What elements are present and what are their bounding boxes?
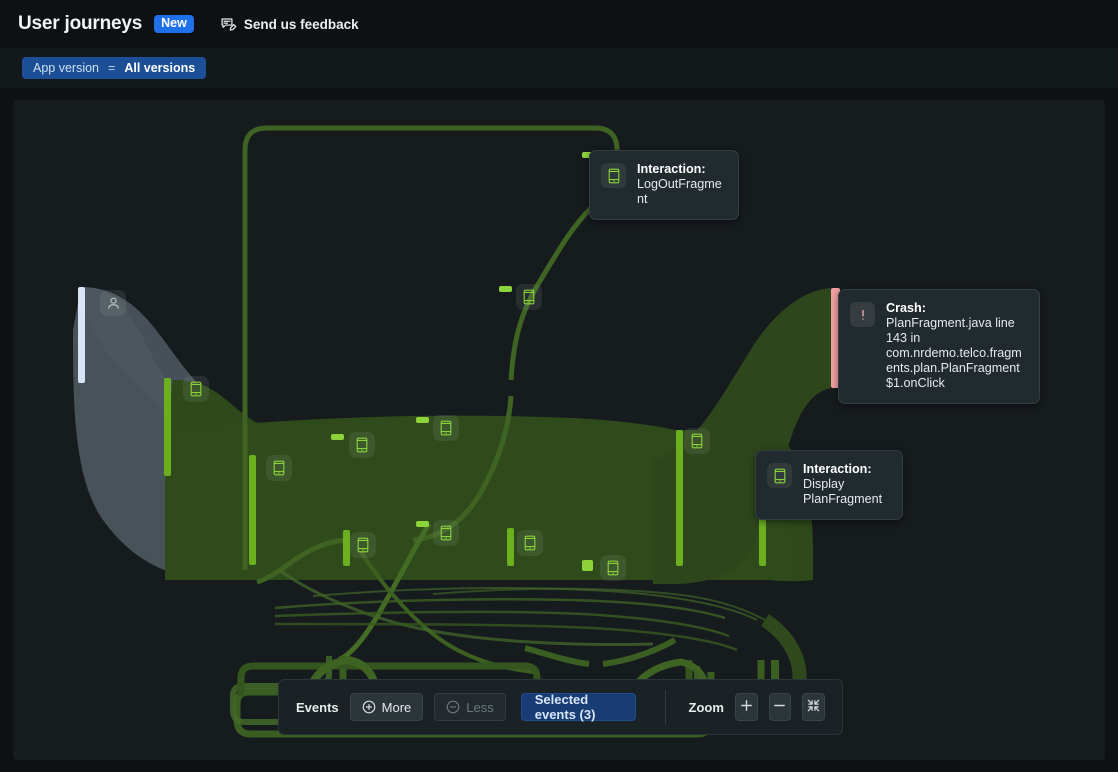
new-badge: New [154, 15, 194, 33]
collapse-arrows-icon [806, 698, 821, 716]
alert-crash-icon [850, 302, 875, 327]
mobile-icon [356, 537, 370, 553]
graph-toolbar: Events More Less Selected events (3) Zoo… [278, 679, 843, 735]
node-bar-n1[interactable] [164, 378, 171, 476]
selected-events-label: Selected events (3) [534, 692, 596, 722]
plus-circle-icon [362, 700, 376, 714]
node-bar-n7[interactable] [499, 286, 512, 292]
plus-icon [739, 698, 754, 716]
node-bar-n4[interactable] [331, 434, 344, 440]
events-label: Events [296, 699, 339, 715]
node-badge-n1[interactable] [183, 376, 209, 402]
tooltip-display-planfragment[interactable]: Interaction: Display PlanFragment [755, 450, 903, 520]
zoom-in-button[interactable] [734, 693, 758, 721]
filter-bar: App version = All versions [0, 48, 1118, 88]
less-events-label: Less [466, 699, 494, 715]
mobile-icon [355, 437, 369, 453]
sankey-flow-graph [73, 125, 831, 738]
node-bar-n6[interactable] [416, 521, 429, 527]
tooltip-body: Display PlanFragment [803, 477, 883, 506]
send-feedback-label: Send us feedback [243, 16, 359, 32]
mobile-icon [439, 420, 453, 436]
filter-value: All versions [124, 61, 196, 75]
node-bar-n11[interactable] [676, 430, 683, 566]
tooltip-body: LogOutFragment [637, 177, 722, 206]
mobile-interaction-icon [767, 463, 792, 488]
node-bar-n2[interactable] [249, 455, 256, 565]
mobile-icon [439, 525, 453, 541]
more-events-button[interactable]: More [349, 693, 424, 721]
tooltip-title: Crash: [886, 301, 926, 315]
selected-events-button[interactable]: Selected events (3) [520, 692, 636, 722]
mobile-icon [522, 289, 536, 305]
minus-icon [772, 698, 787, 716]
node-badge-n4[interactable] [349, 432, 375, 458]
node-badge-n2[interactable] [266, 455, 292, 481]
filter-operator: = [108, 61, 116, 75]
tooltip-title: Interaction: [637, 162, 706, 176]
mobile-icon [523, 535, 537, 551]
filter-key: App version [33, 61, 100, 75]
zoom-label: Zoom [688, 699, 724, 715]
person-icon [106, 296, 121, 311]
filter-chip-app-version[interactable]: App version = All versions [22, 57, 207, 79]
node-badge-n9[interactable] [600, 555, 626, 581]
feedback-pencil-icon [220, 16, 237, 33]
page-header: User journeys New Send us feedback [0, 0, 1118, 48]
tooltip-body: PlanFragment.java line 143 in com.nrdemo… [886, 316, 1022, 390]
mobile-interaction-icon [601, 163, 626, 188]
zoom-fit-button[interactable] [802, 693, 825, 721]
toolbar-divider [664, 690, 666, 724]
tooltip-title: Interaction: [803, 462, 872, 476]
node-bar-n9[interactable] [582, 560, 593, 571]
ribbon-to-mini-9 [524, 645, 590, 667]
node-bar-n5[interactable] [416, 417, 429, 423]
mobile-icon [272, 460, 286, 476]
node-badge-start[interactable] [100, 290, 126, 316]
mobile-icon [189, 381, 203, 397]
send-feedback-button[interactable]: Send us feedback [220, 16, 359, 33]
less-events-button[interactable]: Less [434, 693, 506, 721]
mobile-icon [606, 560, 620, 576]
node-badge-n11[interactable] [684, 428, 710, 454]
minus-circle-icon [446, 700, 460, 714]
node-bar-n8[interactable] [507, 528, 514, 566]
journey-canvas[interactable] [13, 100, 1105, 760]
more-events-label: More [381, 699, 412, 715]
ribbon-fan-1 [274, 598, 726, 620]
node-badge-n7[interactable] [516, 284, 542, 310]
node-bar-start[interactable] [78, 287, 85, 383]
page-title: User journeys [18, 13, 143, 34]
node-badge-n5[interactable] [433, 415, 459, 441]
node-badge-n6[interactable] [433, 520, 459, 546]
mobile-icon [690, 433, 704, 449]
ribbon-cross-3 [278, 568, 654, 646]
zoom-out-button[interactable] [768, 693, 792, 721]
node-badge-n3[interactable] [350, 532, 376, 558]
tooltip-crash[interactable]: Crash: PlanFragment.java line 143 in com… [838, 289, 1040, 404]
tooltip-logout-interaction[interactable]: Interaction: LogOutFragment [589, 150, 739, 220]
node-bar-n3[interactable] [343, 530, 350, 566]
node-badge-n8[interactable] [517, 530, 543, 556]
